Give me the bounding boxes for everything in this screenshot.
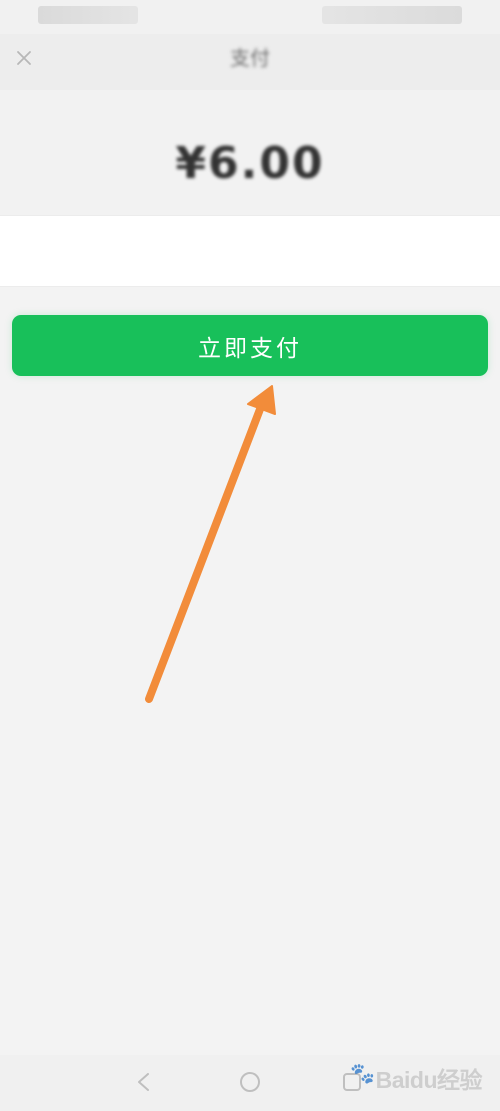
page-title: 支付 — [230, 46, 270, 70]
pay-now-button[interactable]: 立即支付 — [12, 315, 488, 376]
payment-method-row[interactable] — [0, 215, 500, 287]
status-left-obscured — [38, 6, 138, 24]
status-right-obscured — [322, 6, 462, 24]
payment-screen: 支付 ¥6.00 立即支付 🐾Baidu经验 — [0, 0, 500, 1111]
status-bar — [0, 0, 500, 34]
title-bar: 支付 — [0, 34, 500, 90]
amount-panel: ¥6.00 — [0, 90, 500, 215]
paw-icon: 🐾 — [350, 1063, 375, 1085]
home-icon[interactable] — [236, 1068, 264, 1096]
baidu-jingyan-watermark: 🐾Baidu经验 — [350, 1063, 482, 1093]
payment-amount: ¥6.00 — [175, 138, 325, 189]
back-icon[interactable] — [130, 1068, 158, 1096]
